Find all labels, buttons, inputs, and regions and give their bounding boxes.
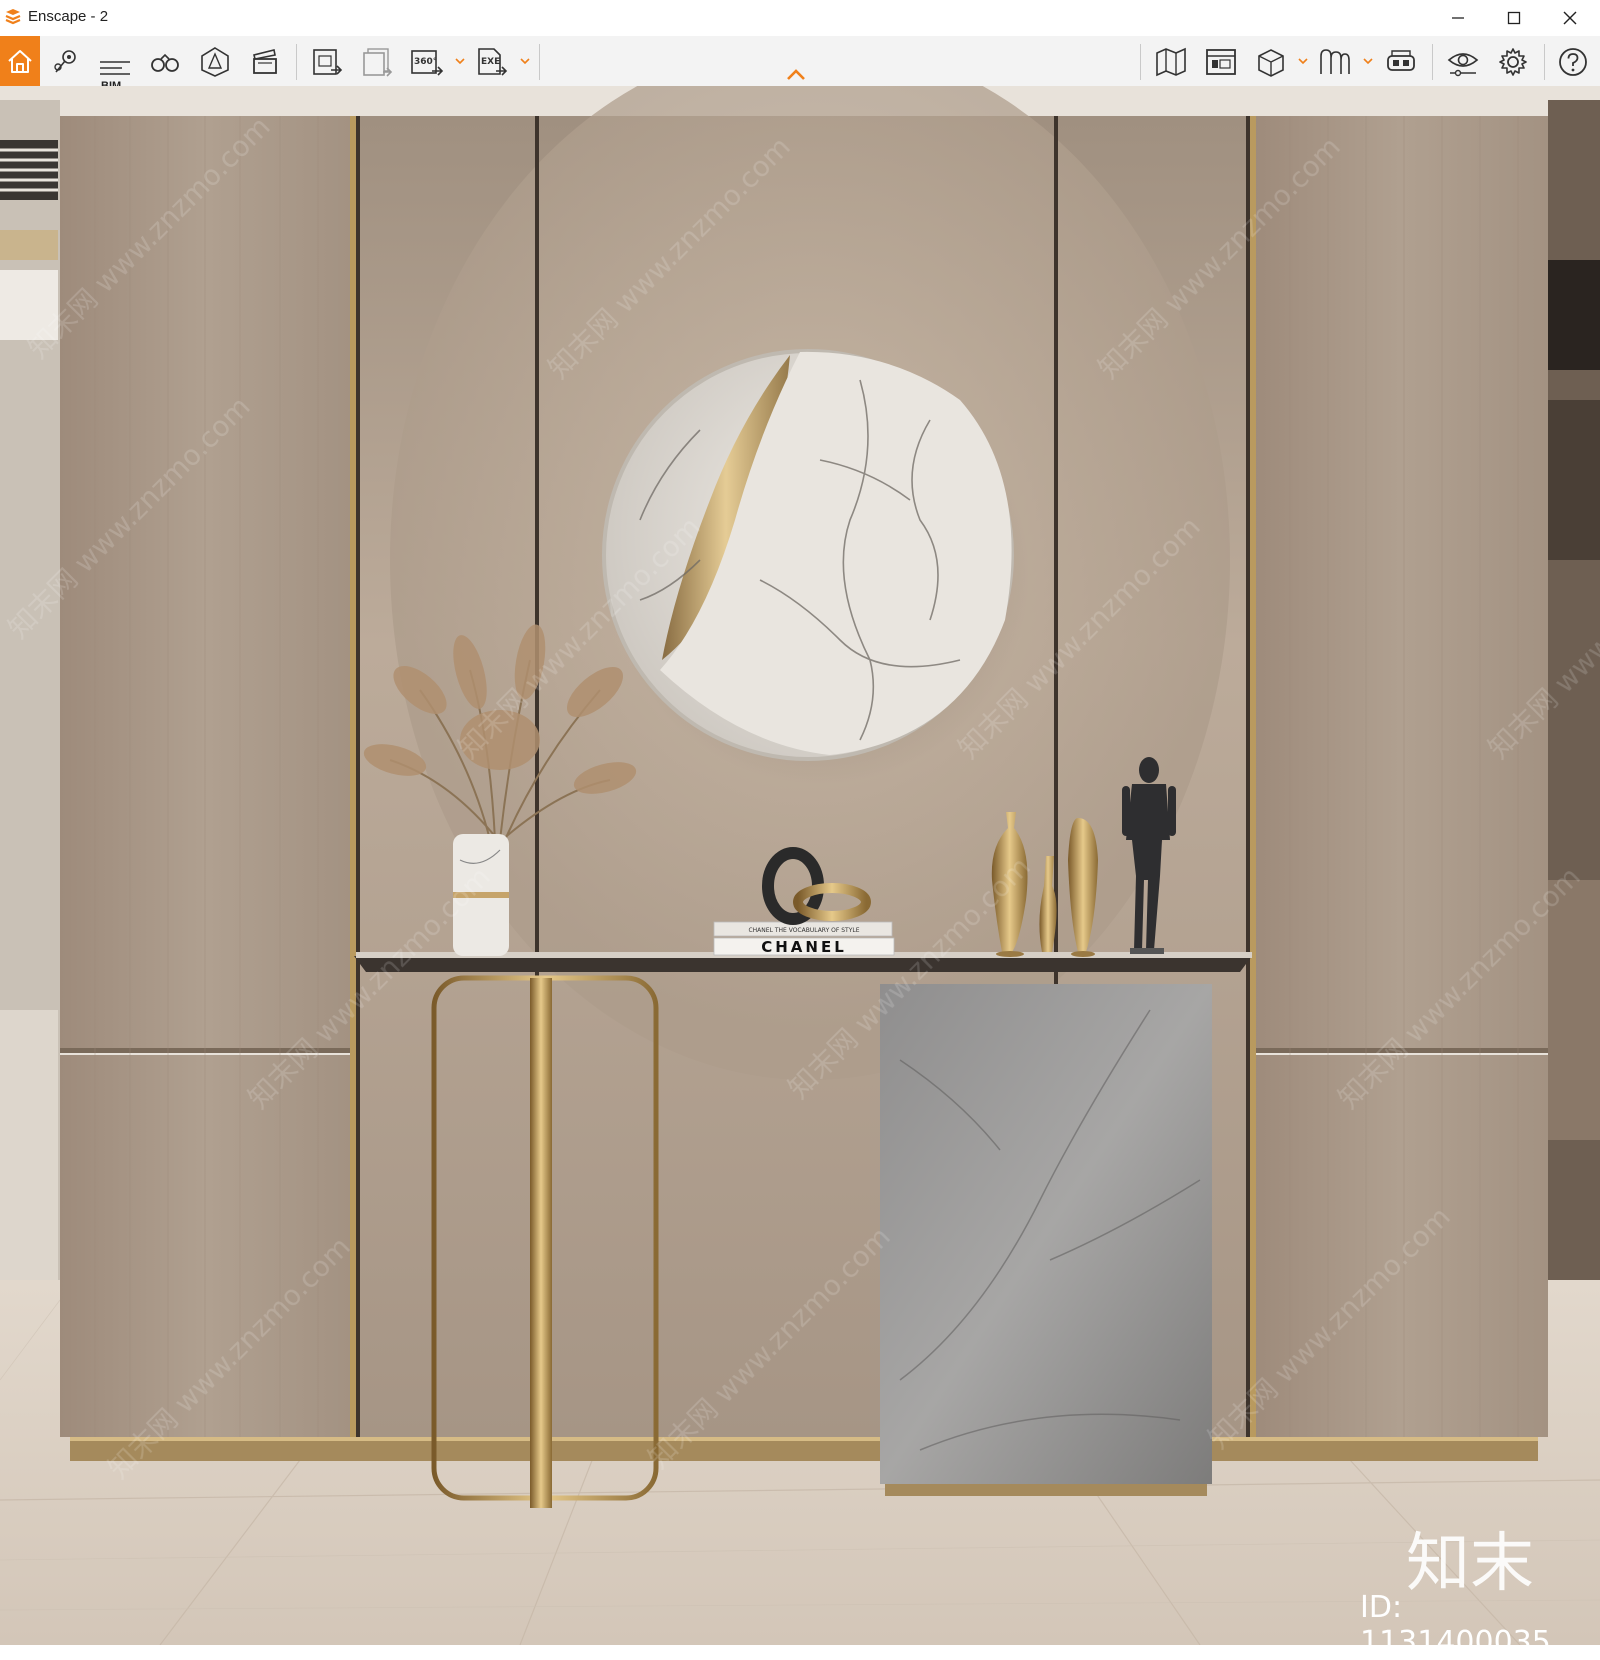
close-button[interactable]: [1542, 0, 1598, 36]
exe-export-icon: EXE: [478, 48, 508, 76]
minimize-button[interactable]: [1430, 0, 1486, 36]
vr-button[interactable]: [1384, 45, 1418, 79]
view-mode-dropdown-icon[interactable]: [1297, 55, 1309, 67]
window-title: Enscape - 2: [28, 8, 109, 25]
visual-settings-icon: [1447, 53, 1479, 77]
bim-info-icon: [100, 61, 130, 75]
map-icon: [1156, 47, 1186, 77]
help-button[interactable]: [1556, 45, 1590, 79]
title-bar: Enscape - 2: [0, 0, 1600, 36]
asset-library-icon: [1206, 49, 1236, 75]
maximize-button[interactable]: [1486, 0, 1542, 36]
close-icon: [1563, 11, 1577, 25]
toolbar-separator: [296, 44, 297, 80]
enscape-logo-icon: [5, 9, 21, 25]
visual-settings-button[interactable]: [1446, 45, 1480, 79]
settings-button[interactable]: [1496, 45, 1530, 79]
export-dropdown-icon[interactable]: [519, 55, 531, 67]
home-icon: [8, 50, 32, 73]
location-pin-icon: [54, 50, 76, 73]
maximize-icon: [1507, 11, 1521, 25]
clapperboard-icon: [253, 49, 277, 74]
panorama-button[interactable]: 360°: [410, 45, 444, 79]
exe-export-button[interactable]: EXE: [475, 45, 509, 79]
image-id-label: ID: 1131400035: [1360, 1590, 1551, 1660]
batch-render-icon: [363, 48, 393, 77]
binoculars-icon: [151, 53, 179, 72]
panorama-dropdown-icon[interactable]: [454, 55, 466, 67]
toolbar-separator: [539, 44, 540, 80]
views-button[interactable]: [48, 45, 82, 79]
toolbar-separator: [1544, 44, 1545, 80]
walk-mode-button[interactable]: [148, 45, 182, 79]
book-title: CHANEL: [761, 938, 847, 956]
map-button[interactable]: [1154, 45, 1188, 79]
panorama-export-icon: 360°: [411, 50, 444, 76]
batch-render-button[interactable]: [360, 45, 394, 79]
exe-label: EXE: [481, 57, 500, 67]
vr-headset-icon: [1387, 50, 1415, 71]
render-viewport[interactable]: CHANEL CHANEL THE VOCABULARY OF STYLE 知末…: [0, 86, 1600, 1645]
screenshot-button[interactable]: [310, 45, 344, 79]
interior-render-scene: CHANEL CHANEL THE VOCABULARY OF STYLE 知末…: [0, 86, 1600, 1645]
safe-frame-button[interactable]: [198, 45, 232, 79]
help-icon: [1559, 48, 1587, 76]
panorama-label: 360°: [414, 57, 437, 67]
bim-info-button[interactable]: [98, 45, 132, 79]
book-subtitle: CHANEL THE VOCABULARY OF STYLE: [748, 927, 859, 934]
material-dropdown-icon[interactable]: [1362, 55, 1374, 67]
view-mode-button[interactable]: [1254, 45, 1288, 79]
toolbar-separator: [1432, 44, 1433, 80]
video-editor-button[interactable]: [248, 45, 282, 79]
asset-library-button[interactable]: [1204, 45, 1238, 79]
minimize-icon: [1452, 17, 1464, 19]
cube-view-icon: [1258, 49, 1284, 77]
screenshot-export-icon: [313, 49, 343, 75]
settings-gear-icon: [1499, 48, 1527, 76]
home-button[interactable]: [0, 36, 40, 86]
collapse-toolbar-chevron-icon[interactable]: [786, 68, 806, 82]
safe-frame-icon: [201, 47, 229, 77]
material-editor-button[interactable]: [1318, 45, 1352, 79]
toolbar-separator: [1140, 44, 1141, 80]
material-editor-icon: [1320, 49, 1350, 74]
